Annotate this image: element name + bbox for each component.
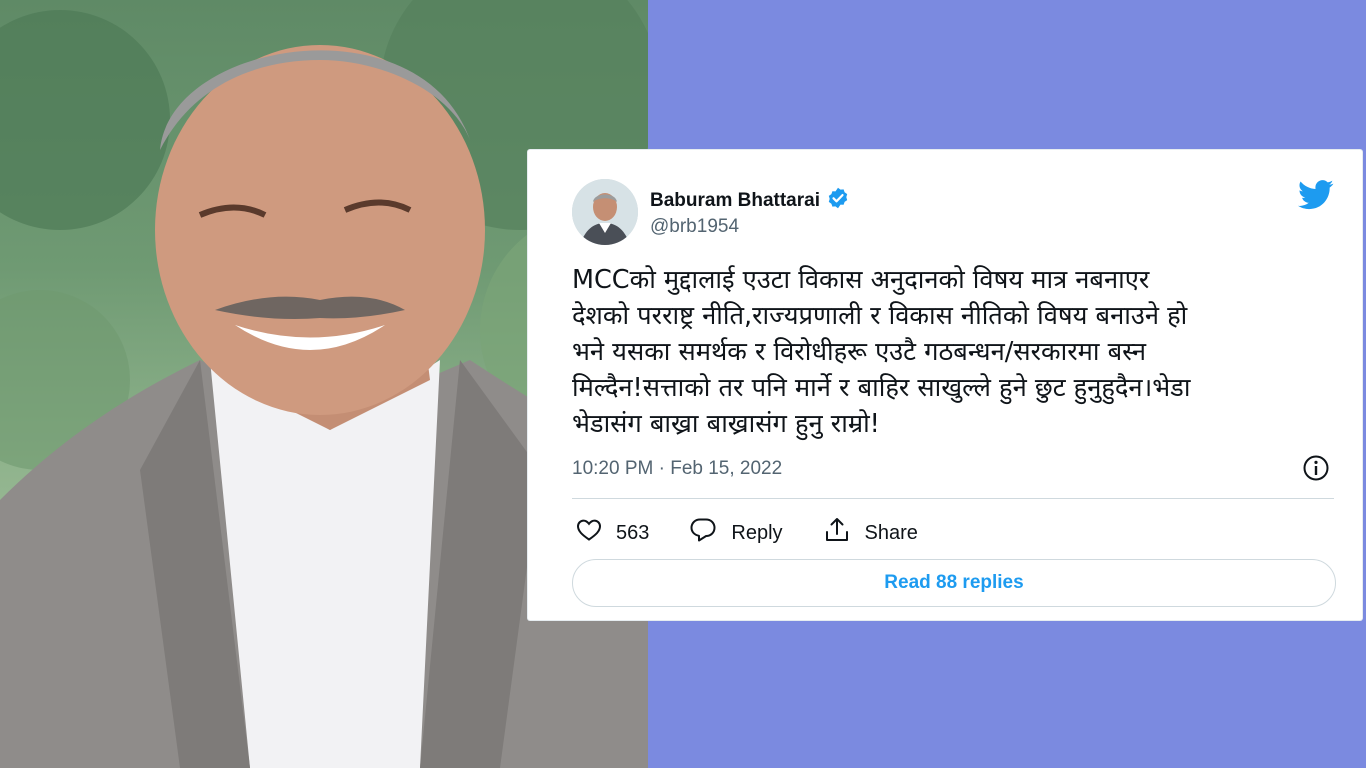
info-icon[interactable]: [1302, 454, 1330, 487]
verified-badge-icon: [826, 186, 850, 216]
share-icon: [823, 516, 851, 550]
share-label: Share: [864, 521, 918, 544]
tweet-card: Baburam Bhattarai @brb1954 MCCको मुद्दाल…: [528, 150, 1362, 620]
tweet-timestamp[interactable]: 10:20 PM · Feb 15, 2022: [572, 458, 782, 480]
like-count: 563: [616, 521, 650, 544]
like-button[interactable]: 563: [576, 518, 649, 548]
reply-icon: [689, 517, 717, 549]
divider: [572, 498, 1334, 499]
read-replies-button[interactable]: Read 88 replies: [572, 559, 1336, 607]
tweet-text: MCCको मुद्दालाई एउटा विकास अनुदानको विषय…: [572, 265, 1191, 439]
tweet-actions: 563 Reply Share: [576, 516, 958, 550]
share-button[interactable]: Share: [823, 516, 918, 550]
reply-label: Reply: [731, 521, 783, 544]
heart-icon: [576, 518, 602, 548]
twitter-bird-icon[interactable]: [1298, 180, 1334, 215]
reply-button[interactable]: Reply: [689, 517, 783, 549]
author-name-text: Baburam Bhattarai: [650, 190, 820, 211]
author-avatar[interactable]: [572, 179, 638, 245]
author-name[interactable]: Baburam Bhattarai: [650, 186, 850, 216]
author-handle[interactable]: @brb1954: [650, 216, 739, 238]
